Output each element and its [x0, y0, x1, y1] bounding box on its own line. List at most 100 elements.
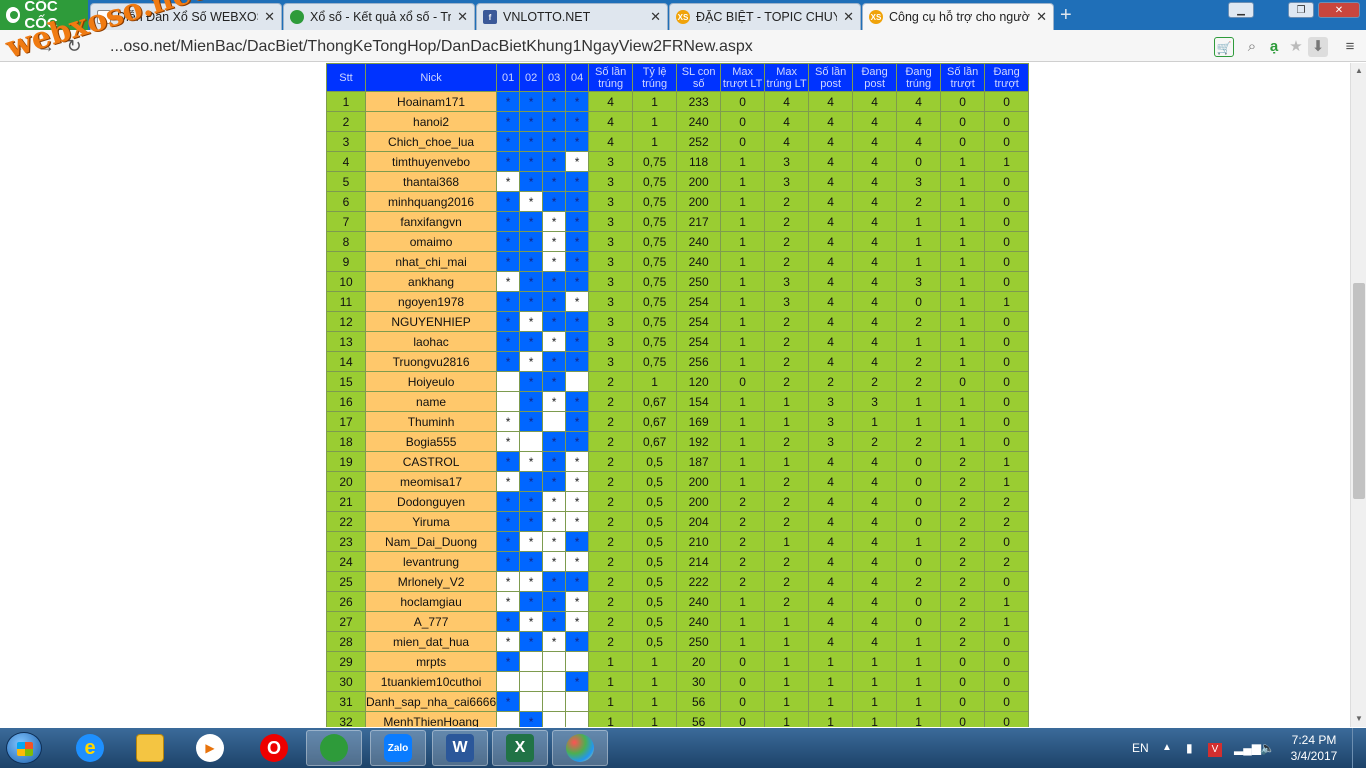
nick-cell[interactable]: CASTROL — [364, 451, 498, 472]
nick-cell[interactable]: laohac — [364, 331, 498, 352]
table-row: 19 CASTROL * * * * 2 0,5 187 1 1 4 4 0 2 1 — [326, 451, 1030, 472]
close-tab-icon[interactable]: ✕ — [650, 9, 661, 25]
row-number: 3 — [326, 131, 366, 152]
nick-cell[interactable]: Chich_choe_lua — [364, 131, 498, 152]
search-icon[interactable]: ⌕ — [1242, 37, 1262, 57]
nick-cell[interactable]: Hoiyeulo — [364, 371, 498, 392]
stat-cell: 2 — [984, 511, 1030, 532]
taskbar-paint[interactable] — [552, 730, 608, 766]
table-row: 6 minhquang2016 * * * * 3 0,75 200 1 2 4 4 2 1 0 — [326, 191, 1030, 212]
stat-cell: 2 — [896, 351, 942, 372]
stat-cell: 1 — [632, 111, 678, 132]
nick-cell[interactable]: thantai368 — [364, 171, 498, 192]
close-tab-icon[interactable]: ✕ — [457, 9, 468, 25]
stat-cell: 0 — [896, 551, 942, 572]
day-mark-cell: * — [496, 191, 521, 212]
tab-xo-so[interactable]: Xổ số - Kết quả xổ số - Trực tiếp ✕ — [283, 3, 475, 30]
stat-cell: 120 — [676, 371, 722, 392]
nick-cell[interactable]: Hoainam171 — [364, 91, 498, 112]
column-header: Số lần trúng — [588, 63, 634, 92]
nick-cell[interactable]: hanoi2 — [364, 111, 498, 132]
tab-cong-cu[interactable]: XS Công cụ hỗ trợ cho người ✕ — [862, 3, 1054, 30]
maximize-icon[interactable]: ❐ — [1288, 2, 1314, 18]
start-button[interactable] — [6, 732, 42, 764]
scrollbar-thumb[interactable] — [1353, 283, 1365, 499]
show-hidden-icons-icon[interactable]: ▲ — [1162, 728, 1172, 768]
nick-cell[interactable]: Bogia555 — [364, 431, 498, 452]
nick-cell[interactable]: minhquang2016 — [364, 191, 498, 212]
nick-cell[interactable]: timthuyenvebo — [364, 151, 498, 172]
taskbar-excel[interactable]: X — [492, 730, 548, 766]
nick-cell[interactable]: name — [364, 391, 498, 412]
nick-cell[interactable]: Dodonguyen — [364, 491, 498, 512]
minimize-icon[interactable]: ▁ — [1228, 2, 1254, 18]
nick-cell[interactable]: Yiruma — [364, 511, 498, 532]
close-window-icon[interactable]: ✕ — [1318, 2, 1360, 18]
nick-cell[interactable]: Thuminh — [364, 411, 498, 432]
url-field[interactable]: ...oso.net/MienBac/DacBiet/ThongKeTongHo… — [110, 36, 753, 58]
nick-cell[interactable]: Truongvu2816 — [364, 351, 498, 372]
nick-cell[interactable]: ngoyen1978 — [364, 291, 498, 312]
stat-cell: 1 — [632, 371, 678, 392]
system-clock[interactable]: 7:24 PM 3/4/2017 — [1288, 732, 1340, 764]
tab-vnlotto[interactable]: f VNLOTTO.NET ✕ — [476, 3, 668, 30]
vietnamese-input-icon[interactable]: ạ — [1264, 37, 1284, 57]
stat-cell: 4 — [764, 91, 810, 112]
nick-cell[interactable]: hoclamgiau — [364, 591, 498, 612]
stat-cell: 1 — [632, 651, 678, 672]
nick-cell[interactable]: mrpts — [364, 651, 498, 672]
show-desktop-button[interactable] — [1352, 728, 1366, 768]
scroll-up-icon[interactable]: ▲ — [1351, 63, 1366, 79]
taskbar-media-player[interactable]: ▶ — [182, 730, 238, 766]
antivirus-icon[interactable]: V — [1208, 728, 1222, 768]
download-icon[interactable]: ⬇ — [1308, 37, 1328, 57]
nick-cell[interactable]: 1tuankiem10cuthoi — [364, 671, 498, 692]
nick-cell[interactable]: meomisa17 — [364, 471, 498, 492]
cart-icon[interactable]: 🛒 — [1214, 37, 1234, 57]
close-tab-icon[interactable]: ✕ — [1036, 9, 1047, 25]
new-tab-icon[interactable]: + — [1060, 5, 1078, 25]
day-mark-cell: * — [519, 411, 544, 432]
close-tab-icon[interactable]: ✕ — [264, 9, 275, 25]
taskbar-opera[interactable]: O — [246, 730, 302, 766]
nick-cell[interactable]: fanxifangvn — [364, 211, 498, 232]
scroll-down-icon[interactable]: ▼ — [1351, 711, 1366, 727]
nick-cell[interactable]: Mrlonely_V2 — [364, 571, 498, 592]
stat-cell: 0 — [984, 531, 1030, 552]
taskbar-zalo[interactable]: Zalo — [370, 730, 426, 766]
page-scrollbar[interactable]: ▲ ▼ — [1350, 63, 1366, 727]
nick-cell[interactable]: MenhThienHoang — [364, 711, 498, 727]
stat-cell: 240 — [676, 231, 722, 252]
taskbar-file-explorer[interactable] — [122, 730, 178, 766]
bookmark-star-icon[interactable]: ★ — [1286, 37, 1306, 57]
stat-cell: 2 — [588, 511, 634, 532]
nick-cell[interactable]: nhat_chi_mai — [364, 251, 498, 272]
table-row: 20 meomisa17 * * * * 2 0,5 200 1 2 4 4 0 2 1 — [326, 471, 1030, 492]
nick-cell[interactable]: NGUYENHIEP — [364, 311, 498, 332]
nick-cell[interactable]: ankhang — [364, 271, 498, 292]
nick-cell[interactable]: levantrung — [364, 551, 498, 572]
taskbar-internet-explorer[interactable]: e — [62, 730, 118, 766]
stat-cell: 1 — [940, 191, 986, 212]
network-signal-icon[interactable]: ▂▄▆ — [1234, 728, 1261, 768]
taskbar-coccoc[interactable] — [306, 730, 362, 766]
volume-muted-icon[interactable]: 🔈 — [1260, 728, 1275, 768]
nick-cell[interactable]: mien_dat_hua — [364, 631, 498, 652]
day-mark-cell: * — [496, 691, 521, 712]
stat-cell: 3 — [764, 291, 810, 312]
stat-cell: 1 — [632, 131, 678, 152]
tab-dac-biet[interactable]: XS ĐẶC BIỆT - TOPIC CHUYÊN ✕ — [669, 3, 861, 30]
language-indicator[interactable]: EN — [1132, 728, 1149, 768]
stat-cell: 1 — [984, 471, 1030, 492]
day-mark-cell: * — [519, 211, 544, 232]
nick-cell[interactable]: omaimo — [364, 231, 498, 252]
battery-icon[interactable]: ▮ — [1186, 728, 1193, 768]
taskbar-word[interactable]: W — [432, 730, 488, 766]
menu-icon[interactable]: ≡ — [1340, 37, 1360, 57]
stat-cell: 4 — [852, 311, 898, 332]
nick-cell[interactable]: A_777 — [364, 611, 498, 632]
nick-cell[interactable]: Nam_Dai_Duong — [364, 531, 498, 552]
close-tab-icon[interactable]: ✕ — [843, 9, 854, 25]
day-mark-cell: * — [496, 631, 521, 652]
nick-cell[interactable]: Danh_sap_nha_cai6666 — [364, 691, 498, 712]
